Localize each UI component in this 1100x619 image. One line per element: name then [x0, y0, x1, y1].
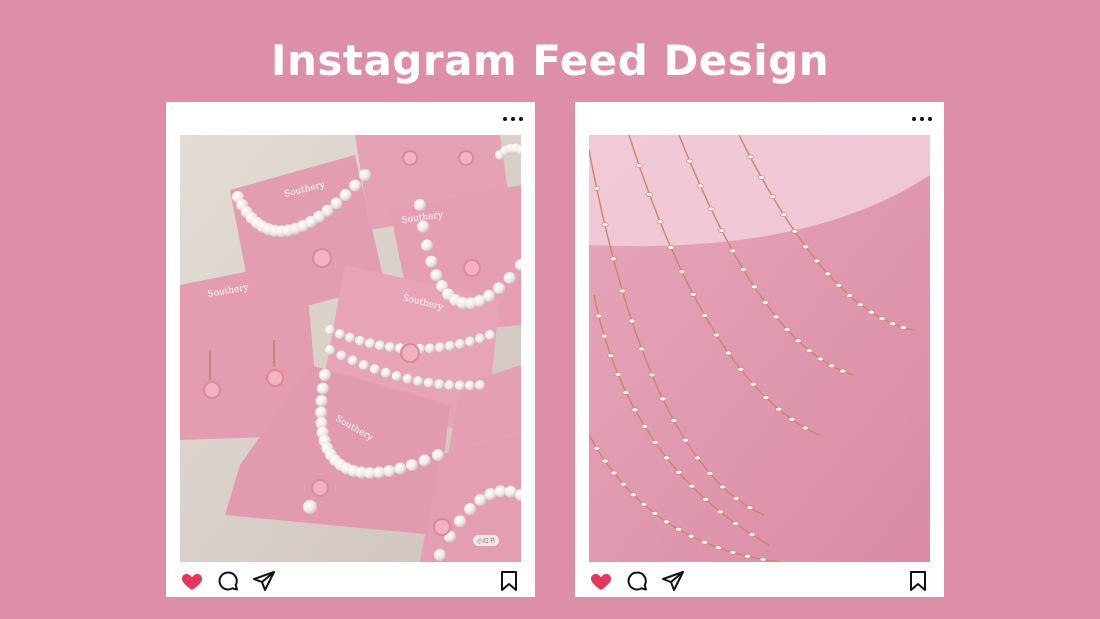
share-icon[interactable] [252, 569, 276, 593]
post-actions-bar [180, 569, 521, 593]
post-actions-bar [589, 569, 930, 593]
more-options-icon[interactable] [912, 112, 932, 126]
comment-icon[interactable] [625, 569, 649, 593]
heart-icon[interactable] [589, 569, 613, 593]
instagram-post-2 [575, 102, 944, 597]
crystal-necklaces-photo [589, 135, 930, 562]
heart-icon[interactable] [180, 569, 204, 593]
more-options-icon[interactable] [503, 112, 523, 126]
pearl-jewelry-photo: Southery Southery Southery Southery Sout… [180, 135, 521, 562]
post-image-crystal-necklaces [589, 135, 930, 562]
page-title: Instagram Feed Design [270, 36, 830, 85]
bookmark-icon[interactable] [497, 569, 521, 593]
share-icon[interactable] [661, 569, 685, 593]
watermark-badge: 小红书 [472, 535, 499, 546]
comment-icon[interactable] [216, 569, 240, 593]
feed-design-canvas: Instagram Feed Design Southery Southery … [0, 0, 1100, 619]
bookmark-icon[interactable] [906, 569, 930, 593]
instagram-post-1: Southery Southery Southery Southery Sout… [166, 102, 535, 597]
post-image-pearl-jewelry: Southery Southery Southery Southery Sout… [180, 135, 521, 562]
